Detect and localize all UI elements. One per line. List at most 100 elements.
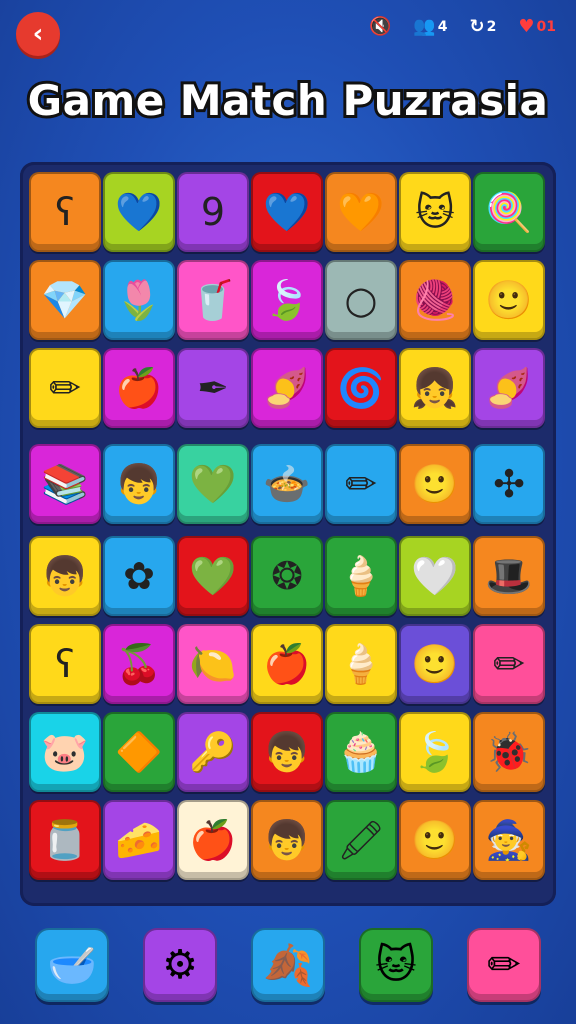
heart-icon: 💙 xyxy=(263,189,311,234)
heart-icon: 🧡 xyxy=(337,189,385,234)
wreath-icon: ❂ xyxy=(271,554,303,598)
gem-icon: 🔶 xyxy=(115,729,163,774)
tile-boy-face-icon[interactable]: 👦 xyxy=(251,712,323,792)
face-icon: 🙂 xyxy=(411,817,459,862)
tile-gem-icon[interactable]: 🔶 xyxy=(103,712,175,792)
tile-witch-hat-icon[interactable]: 🧙 xyxy=(473,800,545,880)
tile-face-icon[interactable]: 🙂 xyxy=(399,800,471,880)
powerup-leaf-button[interactable]: 🍂 xyxy=(251,928,325,1002)
tile-apple-icon[interactable]: 🍎 xyxy=(251,624,323,704)
tile-leaf-icon[interactable]: 🍃 xyxy=(251,260,323,340)
pencil-icon: ✏ xyxy=(493,642,525,686)
hook-icon: ʕ xyxy=(55,642,75,686)
tile-flower-icon[interactable]: 🌷 xyxy=(103,260,175,340)
tile-heart-icon[interactable]: 🤍 xyxy=(399,536,471,616)
witch-hat-icon: 🧙 xyxy=(485,817,533,862)
tile-pencil-icon[interactable]: ✏ xyxy=(473,624,545,704)
tile-heart-icon[interactable]: 💙 xyxy=(251,172,323,252)
pot-icon: 🍲 xyxy=(263,461,311,506)
tile-heart-icon[interactable]: 💚 xyxy=(177,536,249,616)
tile-cherries-icon[interactable]: 🍒 xyxy=(103,624,175,704)
mute-icon: 🔇 xyxy=(368,16,392,37)
tile-girl-face-icon[interactable]: 👧 xyxy=(399,348,471,428)
tile-book-stack-icon[interactable]: 📚 xyxy=(29,444,101,524)
tile-face-icon[interactable]: 🙂 xyxy=(399,624,471,704)
number-nine-icon: 9 xyxy=(200,190,226,234)
tile-ice-cream-icon[interactable]: 🍦 xyxy=(325,536,397,616)
chevron-left-icon: ‹ xyxy=(32,19,44,49)
tile-apple-icon[interactable]: 🍎 xyxy=(177,800,249,880)
apple-icon: 🍎 xyxy=(189,817,237,862)
ice-cream-icon: 🍦 xyxy=(337,553,385,598)
tile-witch-hat-icon[interactable]: 🎩 xyxy=(473,536,545,616)
tile-cheese-icon[interactable]: 🧀 xyxy=(103,800,175,880)
lollipop-icon: 🍭 xyxy=(485,189,533,234)
boy-face-icon: 👦 xyxy=(263,817,311,862)
tile-boy-face-icon[interactable]: 👦 xyxy=(251,800,323,880)
tile-pen-icon[interactable]: 🖍 xyxy=(325,800,397,880)
powerup-bowl-button[interactable]: 🥣 xyxy=(35,928,109,1002)
tile-number-nine-icon[interactable]: 9 xyxy=(177,172,249,252)
heart-icon: 💙 xyxy=(115,189,163,234)
heart-icon: 💚 xyxy=(189,553,237,598)
back-button[interactable]: ‹ xyxy=(16,12,60,56)
tile-pot-icon[interactable]: 🍲 xyxy=(251,444,323,524)
tile-gem-icon[interactable]: 💚 xyxy=(177,444,249,524)
tile-radish-icon[interactable]: 🍠 xyxy=(251,348,323,428)
gem-icon: 💎 xyxy=(41,277,89,322)
pencil-icon: ✏ xyxy=(345,462,377,506)
tile-flower-icon[interactable]: ✿ xyxy=(103,536,175,616)
tile-pencil-icon[interactable]: ✏ xyxy=(325,444,397,524)
players-status[interactable]: 👥 4 xyxy=(413,16,447,37)
witch-hat-icon: 🎩 xyxy=(485,553,533,598)
tile-face-icon[interactable]: 🙂 xyxy=(473,260,545,340)
tile-pen-icon[interactable]: ✒ xyxy=(177,348,249,428)
cheese-icon: 🧀 xyxy=(115,817,163,862)
tile-ice-cream-icon[interactable]: 🍦 xyxy=(325,624,397,704)
tile-jar-icon[interactable]: 🫙 xyxy=(29,800,101,880)
tile-radish-icon[interactable]: 🍠 xyxy=(473,348,545,428)
tile-apple-icon[interactable]: 🍎 xyxy=(103,348,175,428)
tile-leaf-icon[interactable]: 🍃 xyxy=(399,712,471,792)
tile-molecule-icon[interactable]: ✣ xyxy=(473,444,545,524)
tile-gem-icon[interactable]: 💎 xyxy=(29,260,101,340)
powerup-pencil-button[interactable]: ✏ xyxy=(467,928,541,1002)
boy-face-icon: 👦 xyxy=(263,729,311,774)
pencil-icon: ✏ xyxy=(49,366,81,410)
face-icon: 🙂 xyxy=(485,277,533,322)
tile-boy-face-icon[interactable]: 👦 xyxy=(29,536,101,616)
tile-bug-icon[interactable]: 🐞 xyxy=(473,712,545,792)
powerup-gear-button[interactable]: ⚙ xyxy=(143,928,217,1002)
tile-heart-icon[interactable]: 🧡 xyxy=(325,172,397,252)
book-stack-icon: 📚 xyxy=(41,461,89,506)
yarn-icon: 🧶 xyxy=(411,277,459,322)
cherries-icon: 🍒 xyxy=(115,641,163,686)
pacifier-icon: 🔑 xyxy=(189,729,237,774)
tile-boy-face-icon[interactable]: 👦 xyxy=(103,444,175,524)
tile-ring-icon[interactable]: ○ xyxy=(325,260,397,340)
tile-heart-icon[interactable]: 💙 xyxy=(103,172,175,252)
flower-icon: ✿ xyxy=(123,554,155,598)
tile-cup-icon[interactable]: 🥤 xyxy=(177,260,249,340)
cat-face-icon: 🐱 xyxy=(375,942,417,988)
tile-wreath-icon[interactable]: ❂ xyxy=(251,536,323,616)
tile-hook-icon[interactable]: ʕ xyxy=(29,624,101,704)
sound-status[interactable]: 🔇 xyxy=(369,16,391,37)
tile-pencil-icon[interactable]: ✏ xyxy=(29,348,101,428)
tile-monster-face-icon[interactable]: 🐷 xyxy=(29,712,101,792)
tile-cupcake-icon[interactable]: 🧁 xyxy=(325,712,397,792)
tile-yarn-icon[interactable]: 🧶 xyxy=(399,260,471,340)
jar-icon: 🫙 xyxy=(41,817,89,862)
tile-cat-face-icon[interactable]: 🐱 xyxy=(399,172,471,252)
tile-face-icon[interactable]: 🙂 xyxy=(399,444,471,524)
tile-spiral-icon[interactable]: 🌀 xyxy=(325,348,397,428)
tile-pacifier-icon[interactable]: 🔑 xyxy=(177,712,249,792)
leaf-icon: 🍂 xyxy=(263,942,313,989)
retry-status[interactable]: ↻ 2 xyxy=(470,16,497,37)
tile-hook-icon[interactable]: ʕ xyxy=(29,172,101,252)
tile-lemon-icon[interactable]: 🍋 xyxy=(177,624,249,704)
tile-lollipop-icon[interactable]: 🍭 xyxy=(473,172,545,252)
lives-status: ♥ 01 xyxy=(518,16,556,37)
pen-icon: ✒ xyxy=(197,366,229,410)
powerup-cat-button[interactable]: 🐱 xyxy=(359,928,433,1002)
